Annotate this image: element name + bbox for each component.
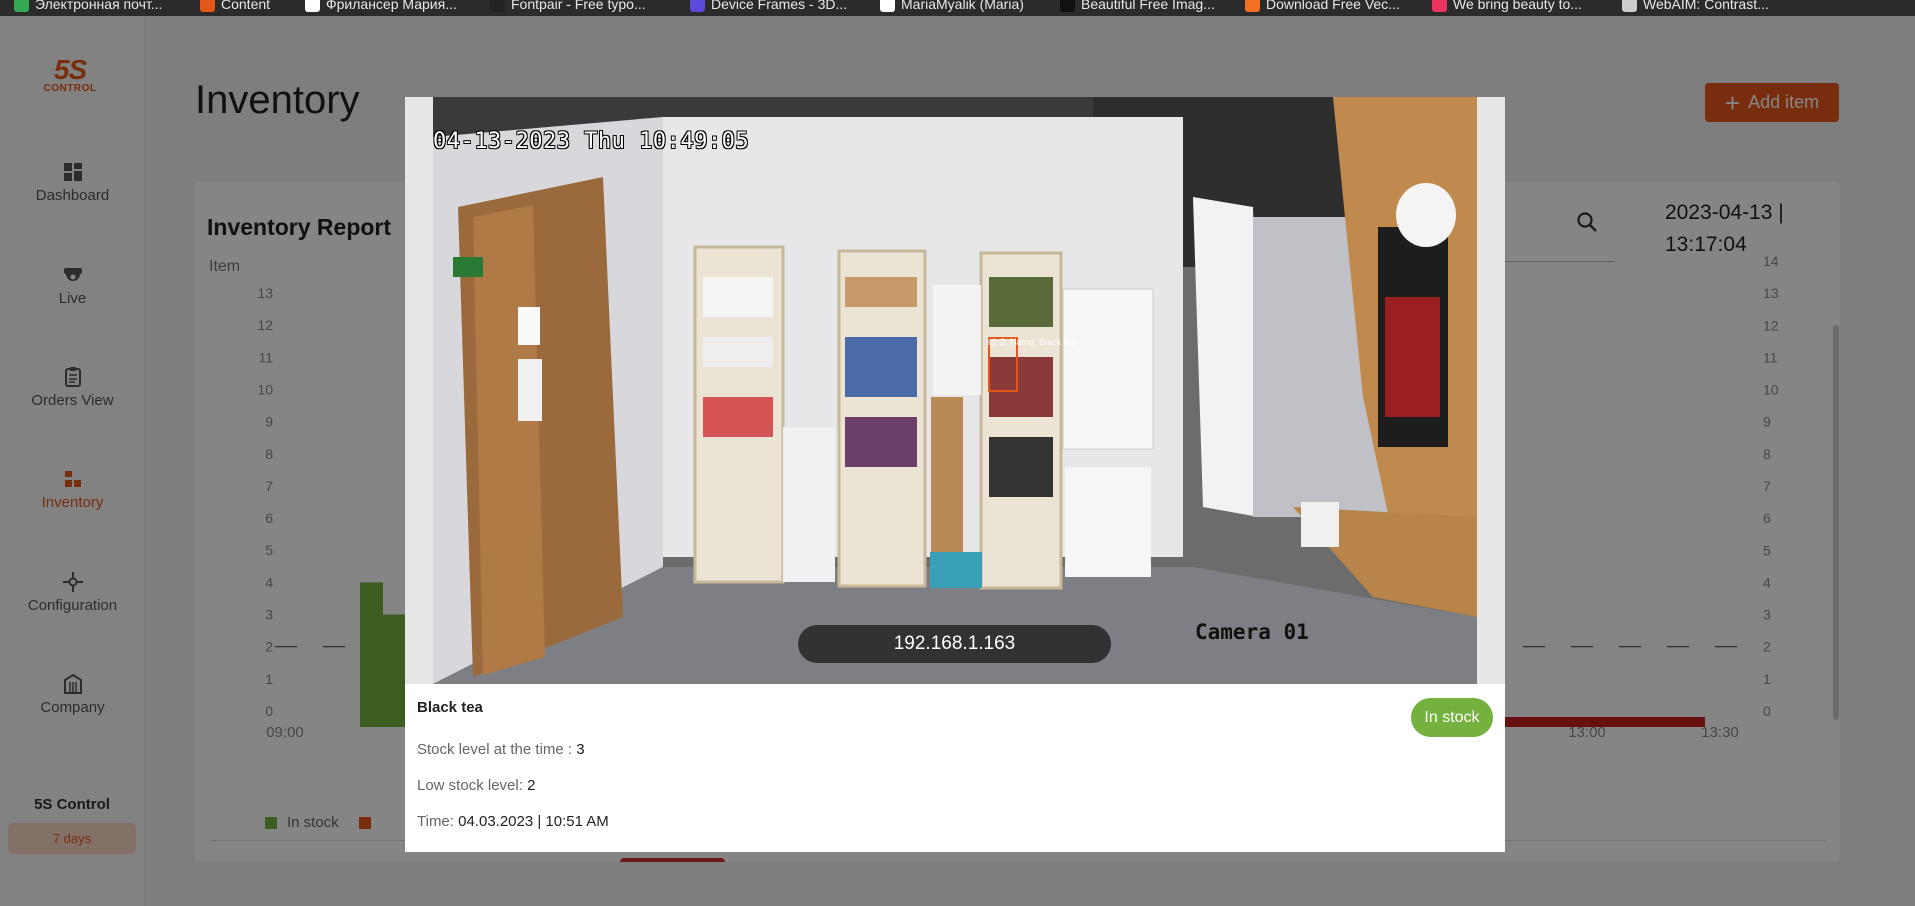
k-icon [305, 0, 320, 12]
bookmark-item[interactable]: WebAIM: Contrast... [1622, 0, 1769, 13]
dribbble-icon [1432, 0, 1447, 12]
unsplash-icon [1060, 0, 1075, 12]
low-stock-row: Low stock level: 2 [417, 777, 535, 794]
camera-name: Camera 01 [1195, 620, 1309, 644]
detection-label: id: 2, Name: Black tea [988, 337, 1077, 347]
github-icon [880, 0, 895, 12]
camera-scene-image [433, 97, 1477, 684]
bookmark-label: Фрилансер Мария... [326, 0, 457, 12]
bookmark-label: Электронная почт... [35, 0, 163, 12]
bookmark-item[interactable]: Fontpair - Free typo... [490, 0, 646, 13]
bookmarks-bar: Электронная почт... Content Фрилансер Мари… [0, 0, 1915, 16]
stock-level-row: Stock level at the time : 3 [417, 741, 585, 758]
bookmark-item[interactable]: Фрилансер Мария... [305, 0, 457, 13]
time-row: Time: 04.03.2023 | 10:51 AM [417, 813, 609, 830]
camera-timestamp: 04-13-2023 Thu 10:49:05 [433, 129, 750, 154]
bookmark-label: Device Frames - 3D... [711, 0, 848, 12]
item-name: Black tea [417, 699, 483, 716]
bookmark-item[interactable]: MariaMyalik (Maria) [880, 0, 1024, 13]
bookmark-item[interactable]: We bring beauty to... [1432, 0, 1582, 13]
camera-snapshot: 04-13-2023 Thu 10:49:05 id: 2, Name: Bla… [433, 97, 1477, 684]
bookmark-item[interactable]: Content [200, 0, 270, 13]
bookmark-label: WebAIM: Contrast... [1643, 0, 1769, 12]
google-icon [14, 0, 29, 12]
pen-icon [200, 0, 215, 12]
bookmark-item[interactable]: Beautiful Free Imag... [1060, 0, 1215, 13]
df-icon [690, 0, 705, 12]
time-value: 04.03.2023 | 10:51 AM [458, 813, 609, 830]
bookmark-label: Download Free Vec... [1266, 0, 1400, 12]
freepik-icon [1245, 0, 1260, 12]
low-stock-value: 2 [527, 777, 536, 794]
stock-level-value: 3 [576, 741, 585, 758]
bookmark-label: We bring beauty to... [1453, 0, 1582, 12]
fp-icon [490, 0, 505, 12]
bookmark-label: Beautiful Free Imag... [1081, 0, 1215, 12]
bookmark-label: Content [221, 0, 271, 12]
bookmark-label: Fontpair - Free typo... [511, 0, 646, 12]
camera-ip: 192.168.1.163 [798, 625, 1111, 663]
modal-side-panel [1477, 97, 1505, 684]
modal-side-panel [405, 97, 433, 684]
bookmark-item[interactable]: Download Free Vec... [1245, 0, 1400, 13]
webaim-icon [1622, 0, 1637, 12]
time-label: Time: [417, 813, 454, 830]
bookmark-label: MariaMyalik (Maria) [901, 0, 1024, 12]
status-badge: In stock [1411, 698, 1493, 737]
low-stock-label: Low stock level: [417, 777, 523, 794]
stock-level-label: Stock level at the time : [417, 741, 573, 758]
bookmark-item[interactable]: Device Frames - 3D... [690, 0, 847, 13]
item-detail-modal: 04-13-2023 Thu 10:49:05 id: 2, Name: Bla… [405, 97, 1505, 852]
bookmark-item[interactable]: Электронная почт... [14, 0, 162, 13]
